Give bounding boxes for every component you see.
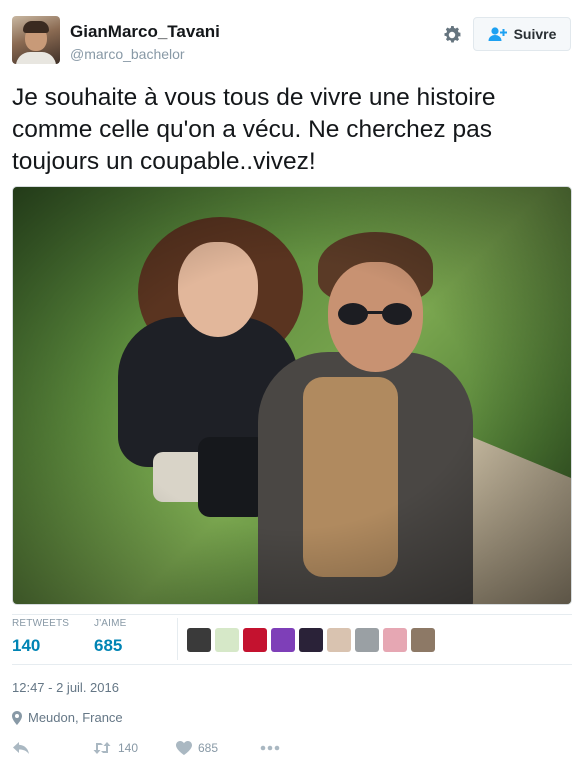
like-count: 685 bbox=[198, 741, 219, 755]
gear-icon[interactable] bbox=[441, 24, 463, 46]
liker-avatar[interactable] bbox=[327, 628, 351, 652]
location-text: Meudon, France bbox=[28, 710, 123, 725]
retweets-count: 140 bbox=[12, 636, 41, 655]
liker-avatar[interactable] bbox=[299, 628, 323, 652]
follow-button[interactable]: Suivre bbox=[473, 17, 571, 51]
user-handle[interactable]: @marco_bachelor bbox=[70, 46, 185, 62]
retweet-count: 140 bbox=[118, 741, 139, 755]
more-icon bbox=[260, 745, 280, 751]
tweet-timestamp[interactable]: 12:47 - 2 juil. 2016 bbox=[12, 680, 119, 695]
liker-avatar[interactable] bbox=[187, 628, 211, 652]
retweets-stat[interactable]: RETWEETS 140 bbox=[12, 618, 69, 656]
likes-count: 685 bbox=[94, 636, 123, 655]
tweet-actions: 140 685 bbox=[12, 738, 280, 758]
tweet-header: GianMarco_Tavani @marco_bachelor Suivre bbox=[12, 14, 573, 68]
user-name[interactable]: GianMarco_Tavani bbox=[70, 22, 220, 42]
user-avatar[interactable] bbox=[12, 16, 60, 64]
retweet-button[interactable]: 140 bbox=[92, 741, 176, 755]
divider bbox=[12, 614, 572, 615]
divider bbox=[177, 618, 178, 660]
tweet-location[interactable]: Meudon, France bbox=[12, 710, 123, 725]
retweet-icon bbox=[93, 742, 111, 754]
likes-label: J'AIME bbox=[94, 618, 127, 629]
divider bbox=[12, 664, 572, 665]
add-user-icon bbox=[488, 27, 507, 41]
retweets-label: RETWEETS bbox=[12, 618, 70, 629]
liker-avatar[interactable] bbox=[383, 628, 407, 652]
liker-avatar[interactable] bbox=[243, 628, 267, 652]
follow-button-label: Suivre bbox=[513, 26, 557, 42]
more-button[interactable] bbox=[260, 745, 280, 751]
liker-avatar[interactable] bbox=[411, 628, 435, 652]
liker-avatar[interactable] bbox=[355, 628, 379, 652]
likes-stat[interactable]: J'AIME 685 bbox=[94, 618, 127, 656]
liker-avatar[interactable] bbox=[215, 628, 239, 652]
reply-icon bbox=[13, 742, 29, 754]
reply-button[interactable] bbox=[12, 741, 92, 755]
location-pin-icon bbox=[12, 710, 22, 725]
tweet-text: Je souhaite à vous tous de vivre une his… bbox=[12, 84, 496, 175]
liker-avatars bbox=[187, 628, 435, 652]
liker-avatar[interactable] bbox=[271, 628, 295, 652]
tweet-photo[interactable] bbox=[12, 186, 572, 605]
heart-icon bbox=[176, 741, 192, 755]
like-button[interactable]: 685 bbox=[176, 741, 260, 755]
